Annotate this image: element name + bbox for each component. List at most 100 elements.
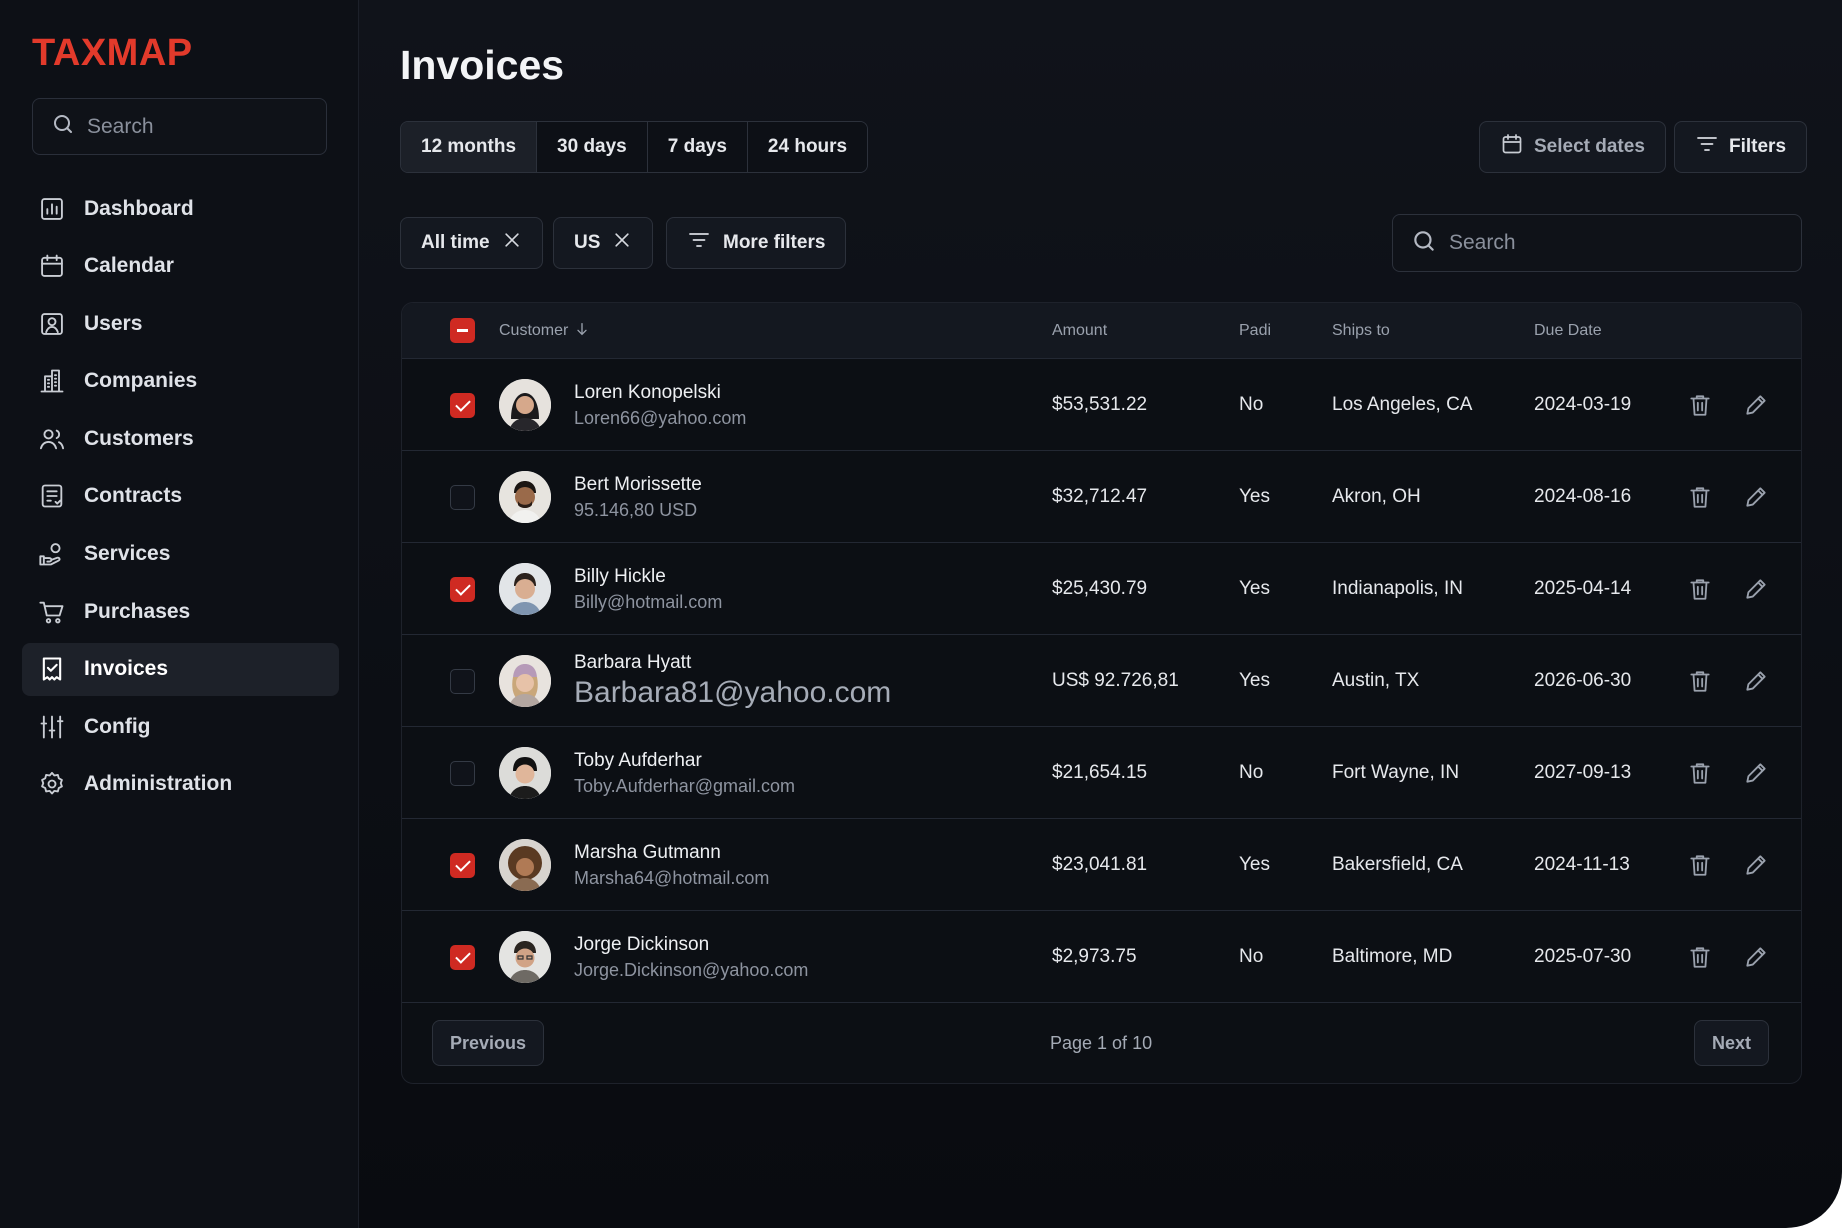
- edit-icon[interactable]: [1741, 758, 1771, 788]
- amount-cell: $53,531.22: [1052, 394, 1148, 415]
- sidebar-item-invoices[interactable]: Invoices: [22, 642, 339, 696]
- table-row[interactable]: Barbara Hyatt Barbara81@yahoo.com US$ 92…: [402, 635, 1801, 727]
- previous-button[interactable]: Previous: [432, 1020, 545, 1066]
- filter-icon: [1695, 132, 1719, 162]
- row-checkbox[interactable]: [450, 853, 475, 878]
- column-paid[interactable]: Padi: [1239, 303, 1271, 359]
- chart-icon: [38, 195, 66, 223]
- range-12-months[interactable]: 12 months: [401, 122, 538, 172]
- sidebar-item-dashboard[interactable]: Dashboard: [22, 182, 339, 235]
- avatar: [499, 839, 551, 891]
- sidebar-item-services[interactable]: Services: [22, 528, 339, 581]
- amount-cell: $32,712.47: [1052, 486, 1148, 507]
- sidebar-item-customers[interactable]: Customers: [22, 412, 339, 465]
- filter-icon: [687, 228, 711, 258]
- sidebar-item-companies[interactable]: Companies: [22, 355, 339, 408]
- invoice-icon: [38, 655, 66, 683]
- row-checkbox[interactable]: [450, 761, 475, 786]
- ships-to-cell: Austin, TX: [1332, 670, 1420, 691]
- row-checkbox[interactable]: [450, 393, 475, 418]
- range-24-hours[interactable]: 24 hours: [747, 122, 868, 172]
- column-customer-label: Customer: [499, 322, 569, 339]
- user-icon: [38, 310, 66, 338]
- sidebar-item-administration[interactable]: Administration: [22, 758, 339, 811]
- trash-icon[interactable]: [1685, 942, 1715, 972]
- range-30-days[interactable]: 30 days: [537, 122, 648, 172]
- trash-icon[interactable]: [1685, 482, 1715, 512]
- customer-email: Barbara81@yahoo.com: [574, 676, 892, 709]
- customer-name: Jorge Dickinson: [574, 933, 710, 955]
- sidebar-search-input[interactable]: Search: [32, 98, 327, 155]
- calendar-icon: [38, 252, 66, 280]
- customer-email: Billy@hotmail.com: [574, 591, 723, 612]
- row-checkbox[interactable]: [450, 577, 475, 602]
- filter-chip-us[interactable]: US: [553, 217, 654, 269]
- customer-cell: Loren Konopelski Loren66@yahoo.com: [574, 359, 746, 451]
- table-row[interactable]: Loren Konopelski Loren66@yahoo.com $53,5…: [402, 359, 1801, 451]
- app-window: TAXMAP Search Dashboard Calendar Users C…: [0, 0, 1842, 1228]
- row-checkbox[interactable]: [450, 485, 475, 510]
- filters-label: Filters: [1729, 136, 1787, 157]
- chip-label: US: [574, 232, 601, 253]
- ships-to-cell: Los Angeles, CA: [1332, 394, 1473, 415]
- sidebar-item-label: Companies: [84, 369, 198, 393]
- select-dates-button[interactable]: Select dates: [1479, 121, 1666, 173]
- paid-cell: No: [1239, 946, 1264, 967]
- sidebar-item-users[interactable]: Users: [22, 297, 339, 350]
- sidebar-item-calendar[interactable]: Calendar: [22, 240, 339, 293]
- table-row[interactable]: Toby Aufderhar Toby.Aufderhar@gmail.com …: [402, 727, 1801, 819]
- due-date-cell: 2026-06-30: [1534, 670, 1632, 691]
- select-all-checkbox[interactable]: [450, 318, 475, 343]
- filter-chip-all-time[interactable]: All time: [400, 217, 543, 269]
- table-row[interactable]: Billy Hickle Billy@hotmail.com $25,430.7…: [402, 543, 1801, 635]
- avatar: [499, 563, 551, 615]
- edit-icon[interactable]: [1741, 942, 1771, 972]
- trash-icon[interactable]: [1685, 390, 1715, 420]
- column-due-date[interactable]: Due Date: [1534, 303, 1602, 359]
- edit-icon[interactable]: [1741, 666, 1771, 696]
- amount-cell: US$ 92.726,81: [1052, 670, 1179, 691]
- filters-button[interactable]: Filters: [1674, 121, 1808, 173]
- column-amount[interactable]: Amount: [1052, 303, 1107, 359]
- more-filters-button[interactable]: More filters: [666, 217, 847, 269]
- due-date-cell: 2024-08-16: [1534, 486, 1632, 507]
- sidebar-item-purchases[interactable]: Purchases: [22, 585, 339, 638]
- edit-icon[interactable]: [1741, 574, 1771, 604]
- column-ships-to[interactable]: Ships to: [1332, 303, 1390, 359]
- table-row[interactable]: Jorge Dickinson Jorge.Dickinson@yahoo.co…: [402, 911, 1801, 1003]
- range-7-days[interactable]: 7 days: [647, 122, 748, 172]
- close-icon[interactable]: [502, 230, 522, 256]
- trash-icon[interactable]: [1685, 574, 1715, 604]
- trash-icon[interactable]: [1685, 758, 1715, 788]
- paid-cell: No: [1239, 762, 1264, 783]
- trash-icon[interactable]: [1685, 666, 1715, 696]
- customer-name: Bert Morissette: [574, 473, 702, 495]
- row-checkbox[interactable]: [450, 945, 475, 970]
- sidebar-item-config[interactable]: Config: [22, 700, 339, 753]
- page-title: Invoices: [400, 42, 565, 88]
- table-row[interactable]: Marsha Gutmann Marsha64@hotmail.com $23,…: [402, 819, 1801, 911]
- table-search-input[interactable]: Search: [1392, 214, 1802, 272]
- amount-cell: $23,041.81: [1052, 854, 1148, 875]
- table-row[interactable]: Bert Morissette 95.146,80 USD $32,712.47…: [402, 451, 1801, 543]
- amount-cell: $2,973.75: [1052, 946, 1137, 967]
- next-button[interactable]: Next: [1694, 1020, 1770, 1066]
- close-icon[interactable]: [612, 230, 632, 256]
- avatar: [499, 747, 551, 799]
- trash-icon[interactable]: [1685, 850, 1715, 880]
- cart-icon: [38, 598, 66, 626]
- customer-name: Barbara Hyatt: [574, 652, 692, 673]
- customer-name: Billy Hickle: [574, 565, 666, 587]
- ships-to-cell: Bakersfield, CA: [1332, 854, 1463, 875]
- edit-icon[interactable]: [1741, 390, 1771, 420]
- edit-icon[interactable]: [1741, 850, 1771, 880]
- edit-icon[interactable]: [1741, 482, 1771, 512]
- column-customer[interactable]: Customer: [499, 303, 590, 359]
- avatar: [499, 471, 551, 523]
- sidebar-nav: Dashboard Calendar Users Companies Custo…: [22, 182, 339, 816]
- row-checkbox[interactable]: [450, 669, 475, 694]
- page-info: Page 1 of 10: [1050, 1032, 1153, 1053]
- paid-cell: Yes: [1239, 854, 1270, 875]
- sidebar-item-label: Customers: [84, 426, 194, 450]
- sidebar-item-contracts[interactable]: Contracts: [22, 470, 339, 523]
